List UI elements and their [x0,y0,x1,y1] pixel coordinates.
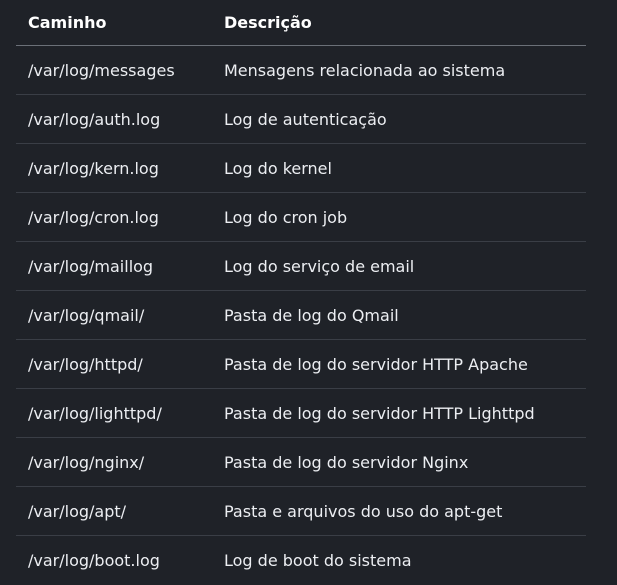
path-cell: /var/log/cron.log [28,207,159,227]
description-cell: Log de autenticação [224,109,387,129]
description-cell: Pasta de log do Qmail [224,305,399,325]
column-header-description: Descrição [224,13,312,32]
table-header-row: Caminho Descrição [16,0,586,46]
path-cell: /var/log/apt/ [28,501,127,521]
description-cell: Log do kernel [224,158,332,178]
path-cell: /var/log/kern.log [28,158,159,178]
table-row: /var/log/auth.log Log de autenticação [16,95,586,144]
path-cell: /var/log/lighttpd/ [28,403,162,423]
table-row: /var/log/apt/ Pasta e arquivos do uso do… [16,487,586,536]
path-cell: /var/log/auth.log [28,109,161,129]
description-cell: Log do cron job [224,207,348,227]
path-cell: /var/log/boot.log [28,551,160,570]
description-cell: Mensagens relacionada ao sistema [224,60,506,80]
description-cell: Pasta de log do servidor Nginx [224,452,469,472]
table-row: /var/log/httpd/ Pasta de log do servidor… [16,340,586,389]
description-cell: Log de boot do sistema [224,551,412,570]
path-cell: /var/log/messages [28,60,175,80]
table-row: /var/log/kern.log Log do kernel [16,144,586,193]
description-cell: Pasta de log do servidor HTTP Apache [224,354,528,374]
column-header-path: Caminho [28,13,107,32]
table-row: /var/log/qmail/ Pasta de log do Qmail [16,291,586,340]
table-row: /var/log/messages Mensagens relacionada … [16,46,586,95]
description-cell: Pasta e arquivos do uso do apt-get [224,501,503,521]
path-cell: /var/log/httpd/ [28,354,143,374]
table-row: /var/log/nginx/ Pasta de log do servidor… [16,438,586,487]
table-row: /var/log/maillog Log do serviço de email [16,242,586,291]
log-paths-table: Caminho Descrição /var/log/messages Mens… [16,0,586,585]
table-row: /var/log/boot.log Log de boot do sistema [16,536,586,585]
path-cell: /var/log/maillog [28,256,154,276]
table-row: /var/log/lighttpd/ Pasta de log do servi… [16,389,586,438]
path-cell: /var/log/qmail/ [28,305,145,325]
table-row: /var/log/cron.log Log do cron job [16,193,586,242]
description-cell: Pasta de log do servidor HTTP Lighttpd [224,403,535,423]
description-cell: Log do serviço de email [224,256,415,276]
path-cell: /var/log/nginx/ [28,452,145,472]
